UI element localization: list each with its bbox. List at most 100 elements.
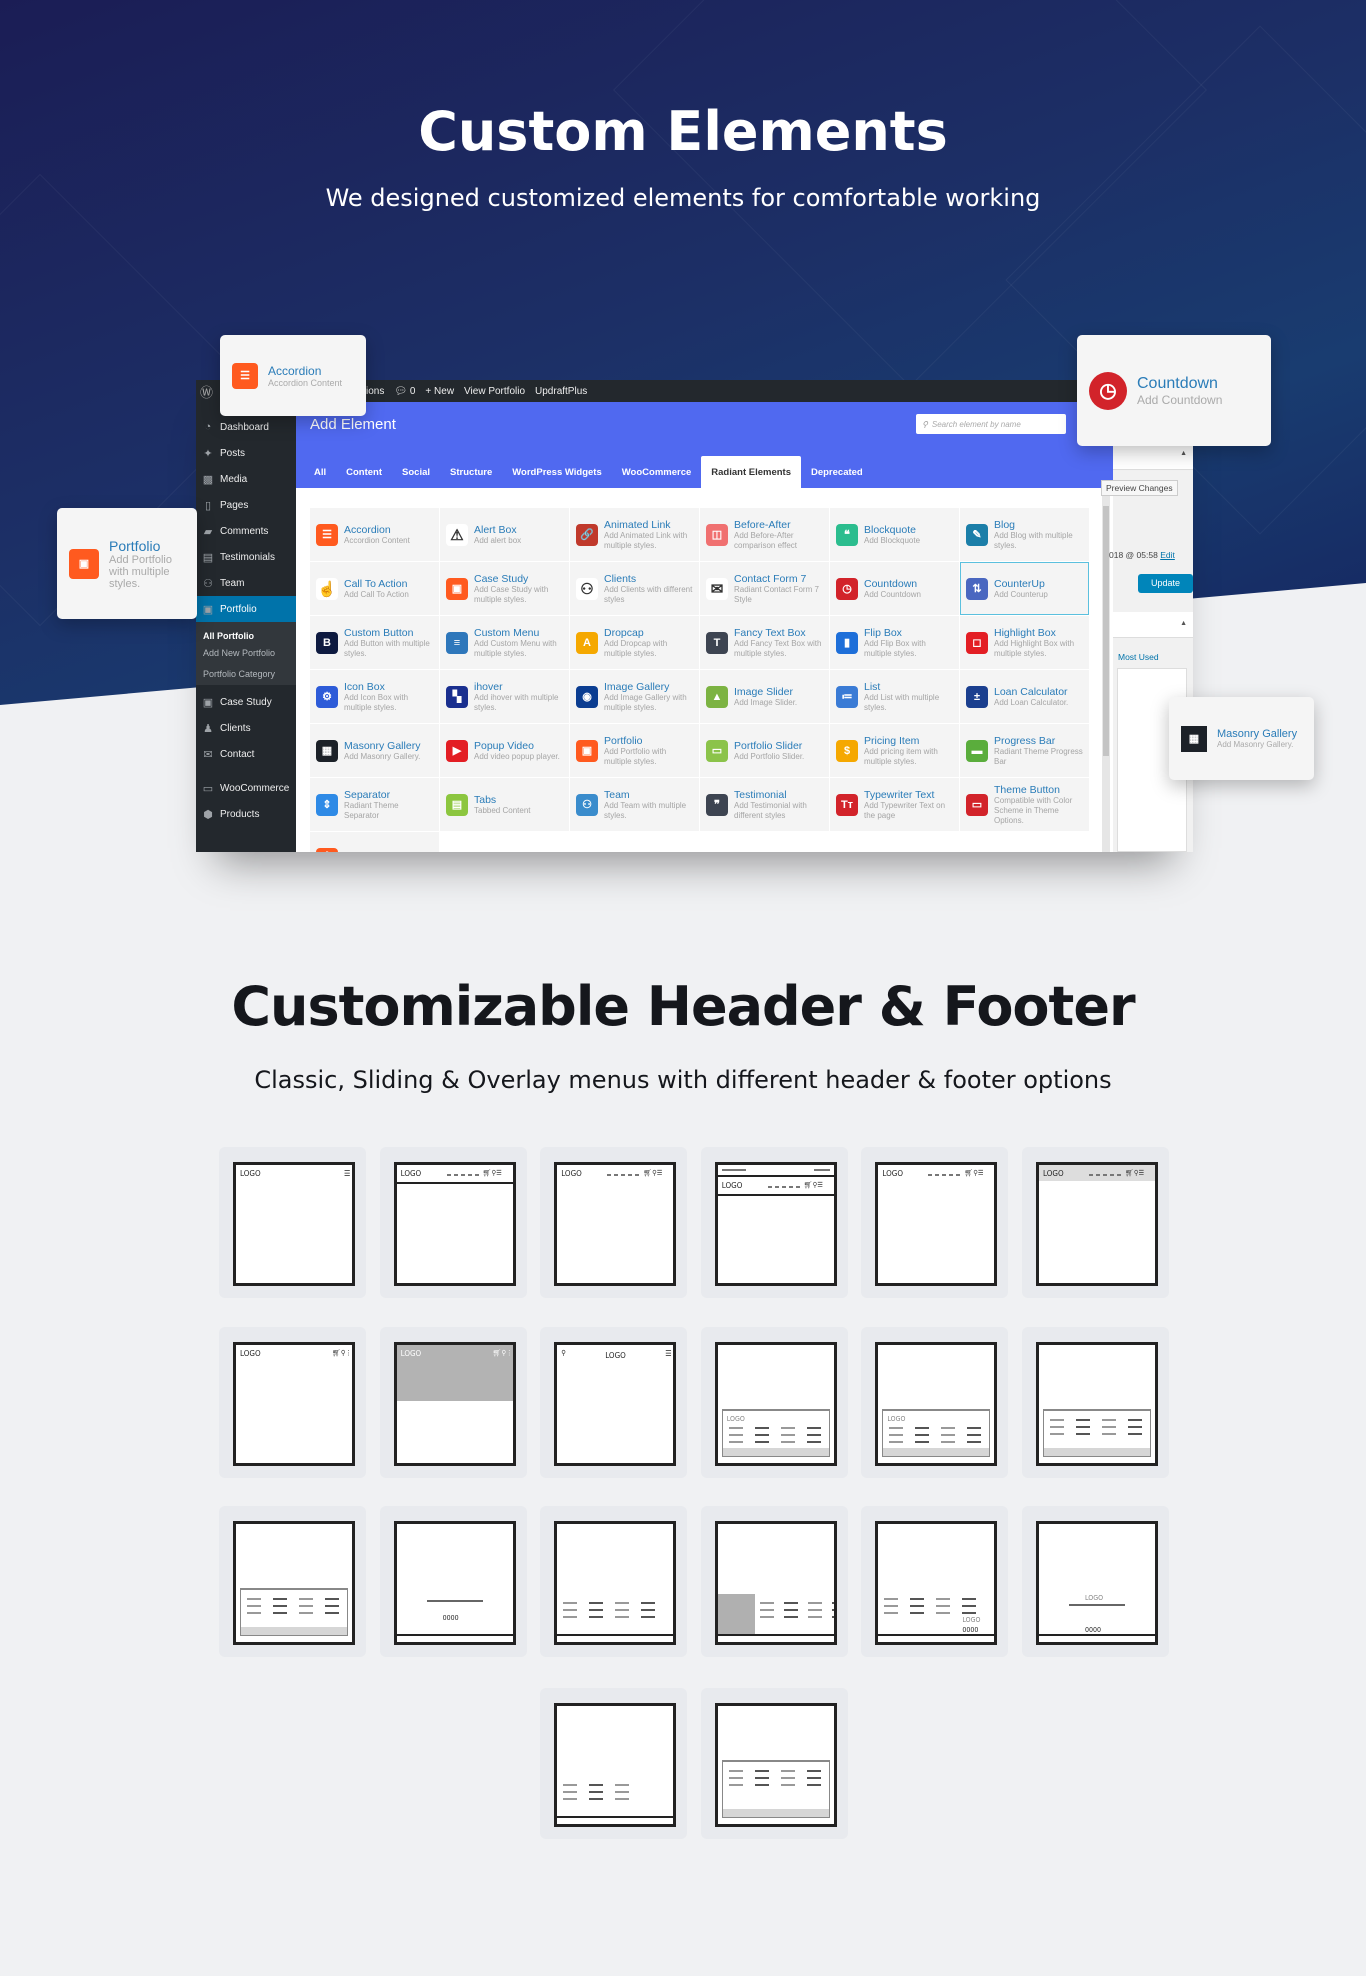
- wireframe-option-15[interactable]: [540, 1506, 688, 1657]
- element-theme-button[interactable]: ▭ Theme Button Compatible with Color Schem…: [960, 778, 1089, 831]
- element-dropcap[interactable]: A Dropcap Add Dropcap with multiple styles…: [570, 616, 699, 669]
- element-pricing-item[interactable]: $ Pricing Item Add pricing item with multi…: [830, 724, 959, 777]
- wireframe-option-8[interactable]: LOGO 🛒︎⚲⋮: [379, 1326, 527, 1478]
- wireframe-option-13[interactable]: [219, 1506, 366, 1657]
- element-popup-video[interactable]: ▶ Popup Video Add video popup player.: [440, 724, 569, 777]
- wireframe-option-6[interactable]: LOGO 🛒︎⚲☰: [1022, 1147, 1169, 1298]
- most-used-tab[interactable]: Most Used: [1118, 652, 1159, 662]
- element-alert-box[interactable]: ⚠ Alert Box Add alert box: [440, 508, 569, 561]
- tab-radiant-elements[interactable]: Radiant Elements: [701, 456, 801, 488]
- element-case-study[interactable]: ▣ Case Study Add Case Study with multiple …: [440, 562, 569, 615]
- tab-structure[interactable]: Structure: [440, 456, 502, 488]
- sidebar-item-testimonials[interactable]: ▤ Testimonials: [196, 544, 296, 570]
- wireframe-option-18[interactable]: LOGO 0000: [1022, 1506, 1169, 1657]
- element-blog[interactable]: ✎ Blog Add Blog with multiple styles.: [960, 508, 1089, 561]
- wireframe-option-1[interactable]: LOGO ☰: [219, 1147, 366, 1298]
- submenu-item[interactable]: All Portfolio: [196, 622, 296, 643]
- element-separator[interactable]: ⇕ Separator Radiant Theme Separator: [310, 778, 439, 831]
- element-loan-calculator[interactable]: ± Loan Calculator Add Loan Calculator.: [960, 670, 1089, 723]
- element-highlight-box[interactable]: ◻ Highlight Box Add Highlight Box with mul…: [960, 616, 1089, 669]
- tab-wordpress-widgets[interactable]: WordPress Widgets: [502, 456, 611, 488]
- element-masonry-gallery[interactable]: ▦ Masonry Gallery Add Masonry Gallery.: [310, 724, 439, 777]
- sidebar-item-media[interactable]: ▩ Media: [196, 466, 296, 492]
- element-tabs[interactable]: ▤ Tabs Tabbed Content: [440, 778, 569, 831]
- sidebar-item-pages[interactable]: ▯ Pages: [196, 492, 296, 518]
- element-typewriter-text[interactable]: Tт Typewriter Text Add Typewriter Text on …: [830, 778, 959, 831]
- sidebar-item-posts[interactable]: ✦ Posts: [196, 440, 296, 466]
- view-portfolio-link[interactable]: View Portfolio: [464, 386, 525, 397]
- element-custom-menu[interactable]: ≡ Custom Menu Add Custom Menu with multipl…: [440, 616, 569, 669]
- element-progress-bar[interactable]: ▬ Progress Bar Radiant Theme Progress Bar: [960, 724, 1089, 777]
- element-ihover[interactable]: ▚ ihover Add ihover with multiple styles.: [440, 670, 569, 723]
- search-input[interactable]: ⚲ Search element by name: [916, 414, 1066, 434]
- element-team[interactable]: ⚇ Team Add Team with multiple styles.: [570, 778, 699, 831]
- tab-deprecated[interactable]: Deprecated: [801, 456, 873, 488]
- element-portfolio-slider[interactable]: ▭ Portfolio Slider Add Portfolio Slider.: [700, 724, 829, 777]
- wireframe-option-12[interactable]: [1022, 1326, 1169, 1478]
- element-contact-form-7[interactable]: ✉ Contact Form 7 Radiant Contact Form 7 St…: [700, 562, 829, 615]
- element-animated-link[interactable]: 🔗 Animated Link Add Animated Link with mul…: [570, 508, 699, 561]
- element-image-gallery[interactable]: ◉ Image Gallery Add Image Gallery with mul…: [570, 670, 699, 723]
- wordpress-logo-icon[interactable]: Ⓦ: [200, 382, 213, 401]
- element-fancy-text-box[interactable]: T Fancy Text Box Add Fancy Text Box with m…: [700, 616, 829, 669]
- wireframe-option-19[interactable]: [540, 1688, 688, 1839]
- element-timeline[interactable]: ┫Timeline: [310, 832, 439, 852]
- collapse-icon[interactable]: ▲: [1113, 442, 1193, 470]
- wireframe-option-11[interactable]: LOGO: [861, 1326, 1009, 1478]
- tab-content[interactable]: Content: [336, 456, 392, 488]
- wireframe-option-2[interactable]: LOGO 🛒︎⚲☰: [379, 1147, 527, 1298]
- wireframe-option-5[interactable]: LOGO 🛒︎⚲☰: [861, 1147, 1009, 1298]
- wireframe-option-14[interactable]: 0000: [379, 1506, 527, 1657]
- wireframe-footer: LOGO: [721, 1408, 830, 1457]
- element-flip-box[interactable]: ▮ Flip Box Add Flip Box with multiple styl…: [830, 616, 959, 669]
- element-accordion[interactable]: ☰ Accordion Accordion Content: [310, 508, 439, 561]
- sidebar-item-contact[interactable]: ✉ Contact: [196, 741, 296, 767]
- element-clients[interactable]: ⚇ Clients Add Clients with different style…: [570, 562, 699, 615]
- wireframe-line: [446, 1174, 451, 1176]
- sidebar-item-comments[interactable]: ▰ Comments: [196, 518, 296, 544]
- wireframe-line: [728, 1777, 743, 1779]
- sidebar-item-woocommerce[interactable]: ▭ WooCommerce: [196, 775, 296, 801]
- sidebar-item-team[interactable]: ⚇ Team: [196, 570, 296, 596]
- element-countdown[interactable]: ◷ Countdown Add Countdown: [830, 562, 959, 615]
- portfolio-slider-icon: ▭: [706, 739, 728, 762]
- new-button[interactable]: + New: [425, 386, 454, 397]
- element-blockquote[interactable]: ❝ Blockquote Add Blockquote: [830, 508, 959, 561]
- submenu-item[interactable]: Portfolio Category: [196, 664, 296, 685]
- element-list[interactable]: ≔ List Add List with multiple styles.: [830, 670, 959, 723]
- submenu-item[interactable]: Add New Portfolio: [196, 643, 296, 664]
- sidebar-item-clients[interactable]: ♟ Clients: [196, 715, 296, 741]
- wireframe-option-10[interactable]: LOGO: [700, 1326, 848, 1478]
- element-custom-button[interactable]: B Custom Button Add Button with multiple s…: [310, 616, 439, 669]
- tab-woocommerce[interactable]: WooCommerce: [612, 456, 702, 488]
- tab-social[interactable]: Social: [392, 456, 440, 488]
- sidebar-item-case-study[interactable]: ▣ Case Study: [196, 689, 296, 715]
- element-icon-box[interactable]: ⚙ Icon Box Add Icon Box with multiple styl…: [310, 670, 439, 723]
- wireframe-preview: [714, 1703, 837, 1827]
- wireframe-option-17[interactable]: LOGO 0000: [861, 1506, 1009, 1657]
- wireframe-option-16[interactable]: [700, 1506, 848, 1657]
- update-button[interactable]: Update: [1138, 574, 1193, 593]
- updraftplus-link[interactable]: UpdraftPlus: [535, 386, 587, 397]
- wireframe-option-7[interactable]: LOGO 🛒︎⚲⋮: [219, 1326, 366, 1478]
- element-counterup[interactable]: ⇅ CounterUp Add Counterup: [960, 562, 1089, 615]
- sidebar-item-portfolio[interactable]: ▣ Portfolio: [196, 596, 296, 622]
- sidebar-item-products[interactable]: ⬢ Products: [196, 801, 296, 827]
- collapse-icon-2[interactable]: ▲: [1113, 612, 1193, 638]
- sidebar-item-dashboard[interactable]: ◔ Dashboard: [196, 414, 296, 440]
- wireframe-option-20[interactable]: [700, 1688, 848, 1839]
- comments-icon[interactable]: 💬︎ 0: [394, 386, 415, 397]
- wireframe-option-3[interactable]: LOGO 🛒︎⚲☰: [540, 1147, 688, 1298]
- wireframe-option-9[interactable]: ⚲ LOGO ☰: [540, 1326, 688, 1478]
- edit-date-link[interactable]: Edit: [1160, 550, 1175, 560]
- wireframe-line: [615, 1798, 630, 1800]
- admin-bar-partial-item[interactable]: ions: [366, 386, 384, 397]
- element-portfolio[interactable]: ▣ Portfolio Add Portfolio with multiple st…: [570, 724, 699, 777]
- element-testimonial[interactable]: ❞ Testimonial Add Testimonial with differe…: [700, 778, 829, 831]
- wireframe-option-4[interactable]: LOGO 🛒︎⚲☰: [700, 1147, 848, 1298]
- element-call-to-action[interactable]: ☝ Call To Action Add Call To Action: [310, 562, 439, 615]
- preview-changes-button[interactable]: Preview Changes: [1101, 480, 1178, 496]
- tab-all[interactable]: All: [304, 456, 336, 488]
- element-before-after[interactable]: ◫ Before-After Add Before-After comparison…: [700, 508, 829, 561]
- element-image-slider[interactable]: ▲ Image Slider Add Image Slider.: [700, 670, 829, 723]
